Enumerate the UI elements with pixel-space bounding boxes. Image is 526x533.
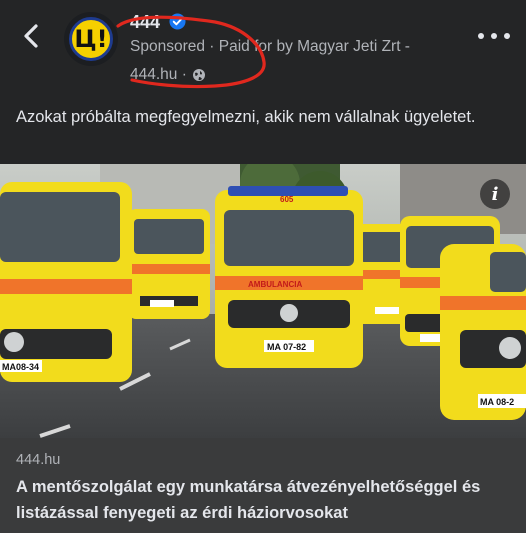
more-options-button[interactable] bbox=[478, 24, 510, 48]
more-dot-icon bbox=[504, 33, 510, 39]
ambulance-photo: MA08-34 605 AMBULANCIA MA 07-82 MA 08-2 bbox=[0, 164, 526, 438]
ambulance-label: AMBULANCIA bbox=[248, 280, 302, 289]
plate-center: MA 07-82 bbox=[267, 342, 306, 352]
ambulance-left: MA08-34 bbox=[0, 182, 132, 382]
page-avatar[interactable]: Ц! bbox=[64, 12, 118, 66]
plate-right: MA 08-2 bbox=[480, 397, 514, 407]
link-domain: 444.hu bbox=[16, 452, 61, 468]
globe-icon bbox=[192, 69, 205, 81]
verified-badge-icon bbox=[169, 13, 186, 30]
avatar-logo: Ц! bbox=[69, 17, 113, 61]
vehicle-number: 605 bbox=[280, 195, 294, 204]
more-dot-icon bbox=[478, 33, 484, 39]
domain-label: 444.hu · bbox=[130, 66, 187, 83]
link-title[interactable]: A mentőszolgálat egy munkatársa átvezény… bbox=[16, 474, 516, 526]
sponsored-label: Sponsored · Paid for by Magyar Jeti Zrt … bbox=[130, 38, 410, 55]
back-button[interactable] bbox=[18, 22, 46, 50]
page-name[interactable]: 444 bbox=[130, 12, 160, 33]
info-icon[interactable]: i bbox=[480, 179, 510, 209]
ambulance-center: 605 AMBULANCIA MA 07-82 bbox=[215, 186, 363, 368]
post-meta: 444.hu · bbox=[130, 66, 206, 84]
chevron-left-icon bbox=[24, 24, 38, 48]
post-text: Azokat próbálta megfegyelmezni, akik nem… bbox=[16, 108, 476, 126]
ambulance-right: MA 08-2 bbox=[440, 244, 526, 420]
link-preview-card[interactable]: 444.hu A mentőszolgálat egy munkatársa á… bbox=[0, 438, 526, 533]
plate-left: MA08-34 bbox=[2, 362, 39, 372]
ambulance-back-left bbox=[128, 209, 210, 319]
more-dot-icon bbox=[491, 33, 497, 39]
post-header: Ц! 444 Sponsored · Paid for by Magyar Je… bbox=[0, 0, 526, 96]
post-image[interactable]: MA08-34 605 AMBULANCIA MA 07-82 MA 08-2 … bbox=[0, 164, 526, 438]
